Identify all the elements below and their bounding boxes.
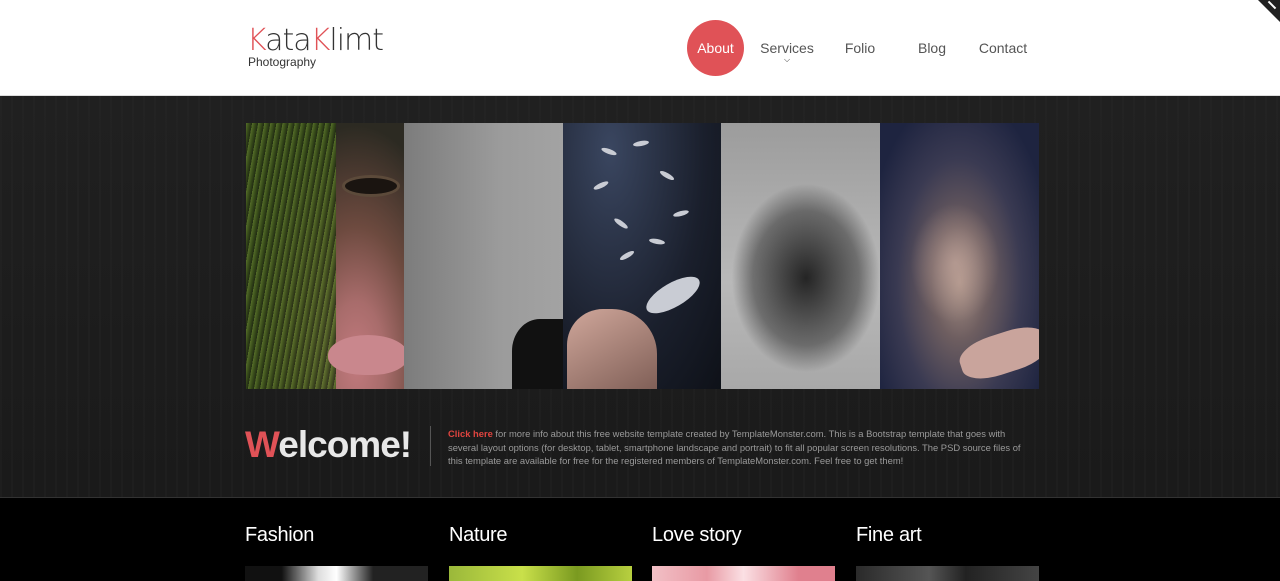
image-detail-hair <box>246 123 336 389</box>
category-thumbnail[interactable] <box>856 566 1039 581</box>
category-title: Fine art <box>856 524 922 546</box>
welcome-body: for more info about this free website te… <box>448 428 1021 466</box>
welcome-heading: Welcome! <box>245 424 412 465</box>
nav-item-folio[interactable]: Folio <box>838 20 882 76</box>
category-fine-art[interactable]: Fine art <box>856 524 1039 581</box>
site-logo[interactable]: KataKlimt Photography <box>247 23 384 70</box>
categories-section: Fashion Nature Love story Fine art <box>0 497 1280 581</box>
category-love-story[interactable]: Love story <box>652 524 835 581</box>
image-detail-feather <box>641 269 705 321</box>
category-title: Love story <box>652 524 742 546</box>
slider-image-face[interactable] <box>246 123 404 389</box>
image-detail-cloud <box>910 203 1000 323</box>
category-thumbnail[interactable] <box>245 566 428 581</box>
category-thumbnail[interactable] <box>652 566 835 581</box>
image-detail-feather <box>632 139 650 148</box>
logo-wordmark: KataKlimt <box>247 23 384 58</box>
image-detail-feather <box>618 249 636 262</box>
category-thumbnail[interactable] <box>449 566 632 581</box>
welcome-text: Click here for more info about this free… <box>448 427 1028 468</box>
site-header: KataKlimt Photography About Services ⌵ F… <box>0 0 1280 96</box>
image-detail-feather <box>648 237 666 246</box>
category-title: Fashion <box>245 524 315 546</box>
category-fashion[interactable]: Fashion <box>245 524 428 581</box>
image-detail-hand <box>567 309 657 389</box>
image-detail-eye <box>342 175 400 197</box>
image-detail-feather <box>658 169 676 182</box>
nav-item-blog[interactable]: Blog <box>910 20 954 76</box>
chevron-down-icon: ⌵ <box>784 55 791 64</box>
slider-image-veil[interactable] <box>721 123 880 389</box>
category-title: Nature <box>449 524 508 546</box>
image-detail-arm <box>955 320 1039 386</box>
image-detail-lips <box>328 335 404 375</box>
nav-item-services[interactable]: Services ⌵ <box>759 20 815 76</box>
image-detail-feather <box>600 146 618 157</box>
image-slider[interactable] <box>246 123 1039 389</box>
welcome-divider <box>430 426 431 466</box>
image-detail-feather <box>613 216 629 231</box>
category-nature[interactable]: Nature <box>449 524 632 581</box>
click-here-link[interactable]: Click here <box>448 428 493 439</box>
nav-item-contact[interactable]: Contact <box>977 20 1029 76</box>
slider-image-sky[interactable] <box>880 123 1039 389</box>
slider-image-feathers[interactable] <box>563 123 721 389</box>
nav-item-about[interactable]: About <box>687 20 744 76</box>
slider-image-grey[interactable] <box>404 123 563 389</box>
nav-item-services-label: Services <box>760 40 814 56</box>
image-detail-veil <box>731 183 880 373</box>
image-detail-feather <box>672 209 690 218</box>
image-detail-feather <box>592 179 610 192</box>
hero-section: Welcome! Click here for more info about … <box>0 96 1280 497</box>
image-detail-shoulder <box>512 319 563 389</box>
